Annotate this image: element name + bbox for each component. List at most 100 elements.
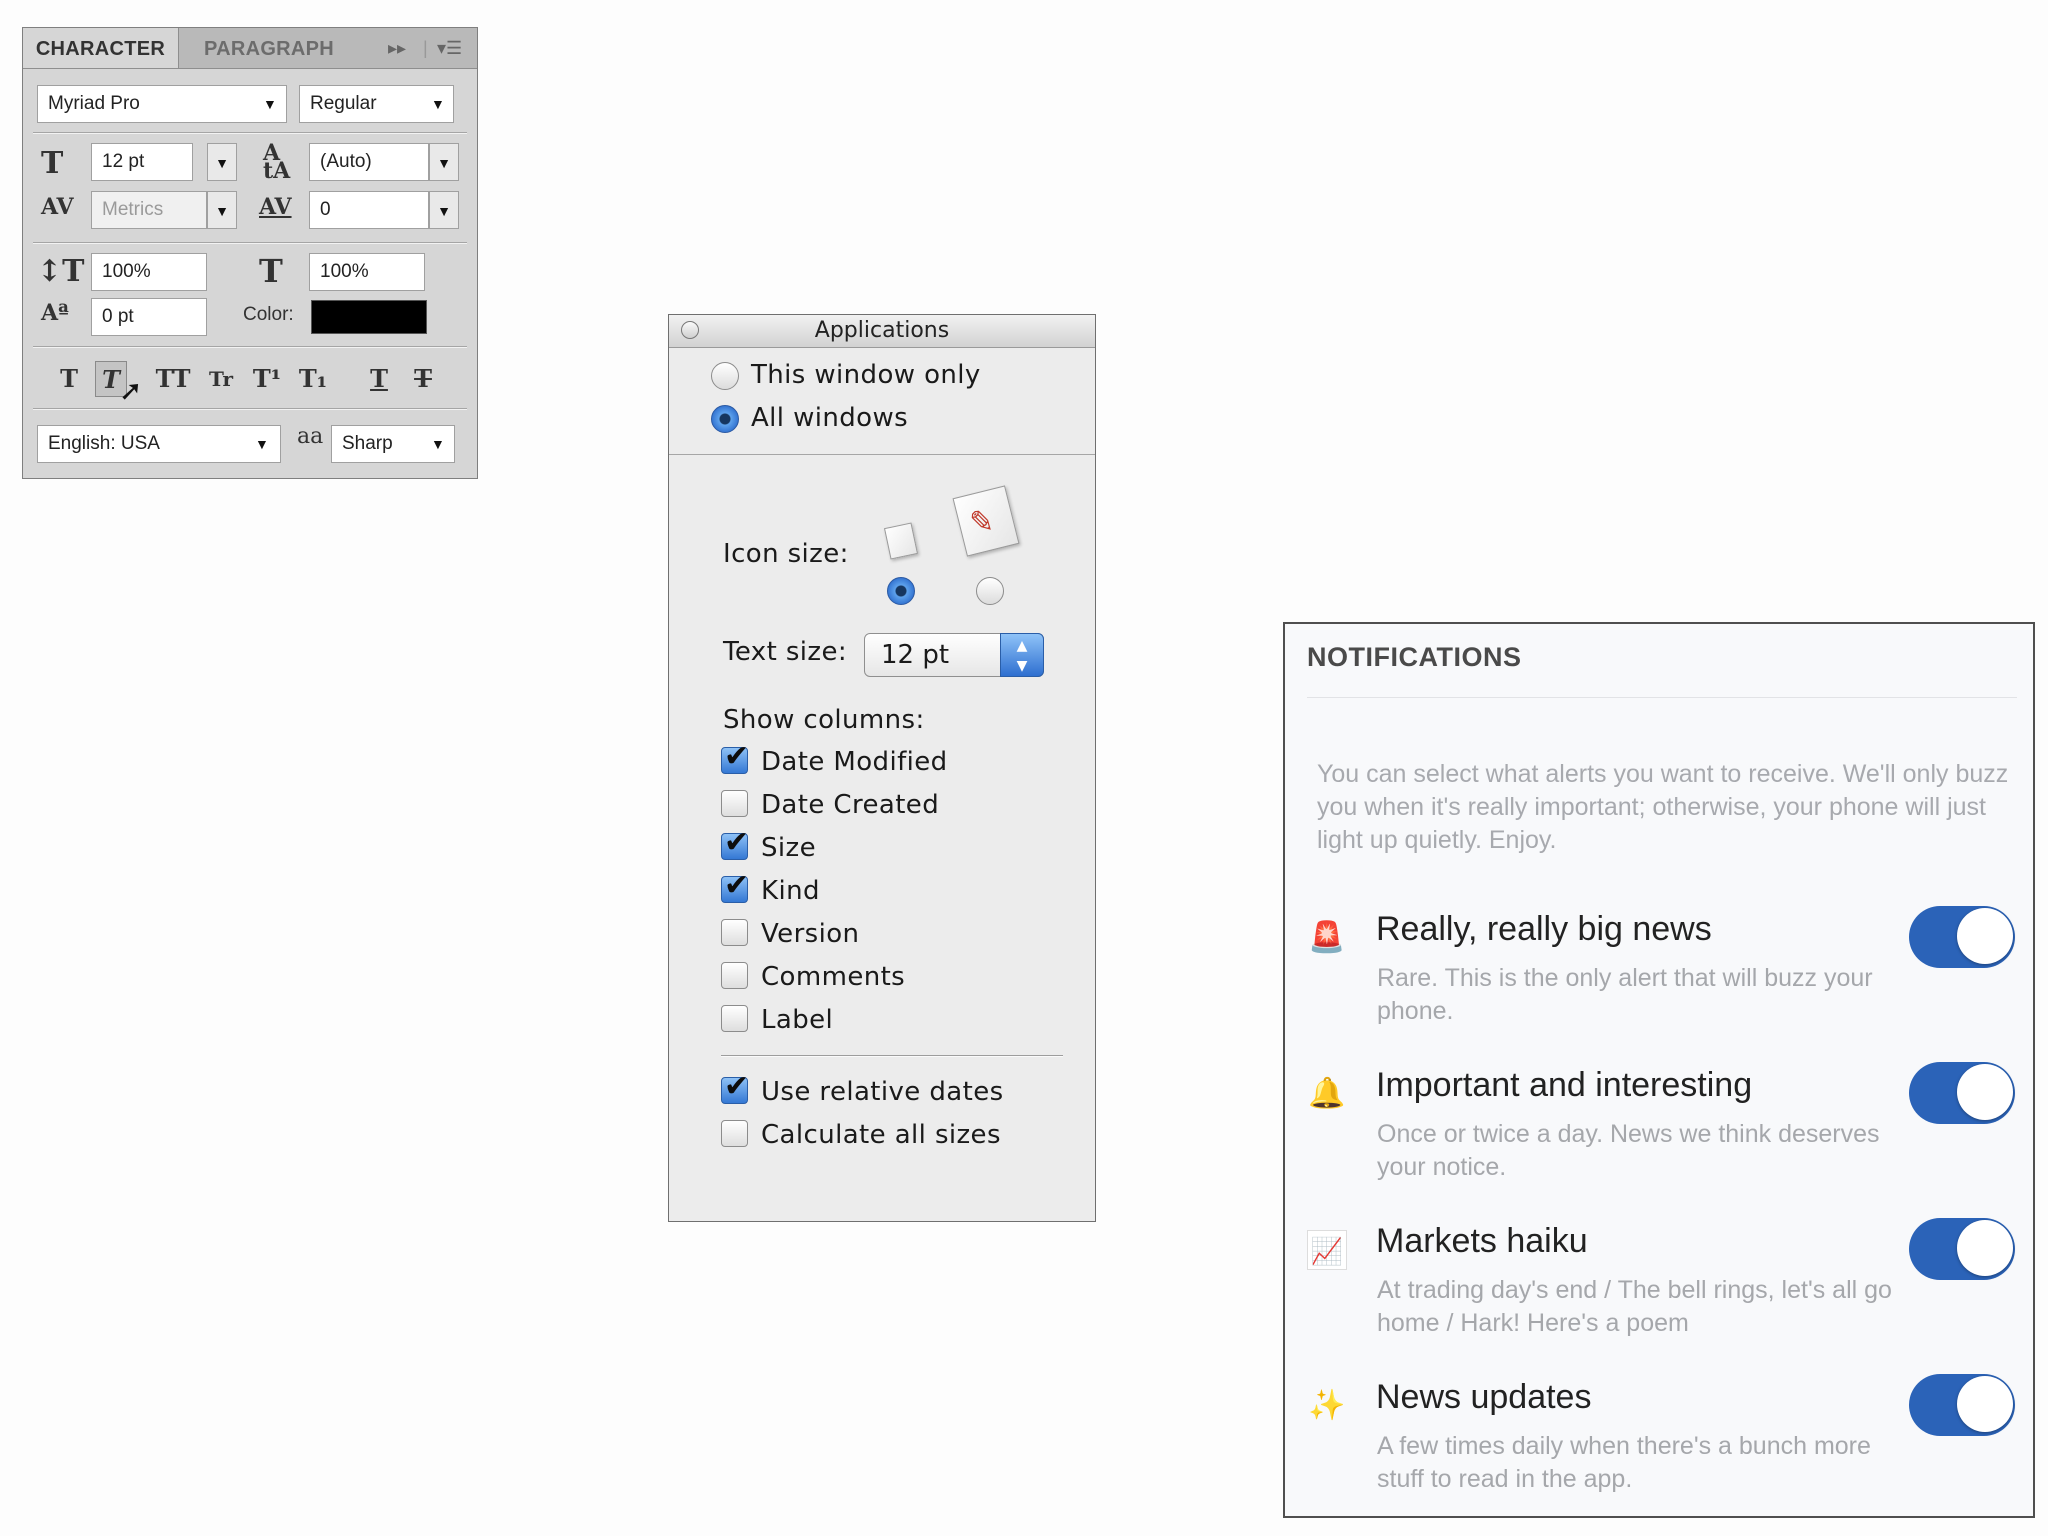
kerning-field[interactable]: Metrics bbox=[91, 191, 207, 229]
column-label-comments: Comments bbox=[761, 962, 906, 992]
language-select[interactable]: English: USA bbox=[37, 425, 281, 463]
faux-bold-button[interactable]: T bbox=[53, 361, 85, 397]
color-label: Color: bbox=[243, 304, 294, 325]
strikethrough-button[interactable]: T bbox=[407, 361, 439, 397]
tracking-field[interactable]: 0 bbox=[309, 191, 429, 229]
toggle-news-updates[interactable] bbox=[1909, 1374, 2015, 1436]
column-label-date-modified: Date Modified bbox=[761, 747, 948, 777]
baseline-shift-value: 0 pt bbox=[102, 306, 134, 327]
baseline-shift-field[interactable]: 0 pt bbox=[91, 298, 207, 336]
leading-value: (Auto) bbox=[320, 151, 372, 172]
text-size-label: Text size: bbox=[723, 637, 848, 667]
view-options-window: Applications This window only All window… bbox=[668, 314, 1096, 1222]
radio-this-window-only[interactable] bbox=[711, 362, 739, 390]
radio-icon-size-small[interactable] bbox=[887, 577, 915, 605]
tracking-value: 0 bbox=[320, 199, 331, 220]
anti-alias-value: Sharp bbox=[342, 433, 393, 454]
setting-title: Important and interesting bbox=[1376, 1066, 1753, 1104]
radio-all-windows[interactable] bbox=[711, 405, 739, 433]
toggle-important[interactable] bbox=[1909, 1062, 2015, 1124]
font-family-value: Myriad Pro bbox=[48, 93, 140, 114]
checkbox-kind[interactable] bbox=[721, 871, 749, 903]
notifications-intro: You can select what alerts you want to r… bbox=[1317, 760, 2009, 854]
toggle-markets-haiku[interactable] bbox=[1909, 1218, 2015, 1280]
all-caps-button[interactable]: TT bbox=[151, 361, 195, 397]
column-label-date-created: Date Created bbox=[761, 790, 940, 820]
icon-size-label: Icon size: bbox=[723, 539, 849, 569]
checkbox-label[interactable] bbox=[721, 1005, 748, 1032]
column-label-label: Label bbox=[761, 1005, 834, 1035]
font-size-field[interactable]: 12 pt bbox=[91, 143, 193, 181]
column-label-version: Version bbox=[761, 919, 860, 949]
toggle-big-news[interactable] bbox=[1909, 906, 2015, 968]
small-caps-button[interactable]: Tr bbox=[205, 361, 237, 397]
checkbox-date-created[interactable] bbox=[721, 790, 748, 817]
baseline-shift-icon: Aª bbox=[41, 300, 69, 326]
leading-icon: AtA bbox=[263, 140, 291, 184]
siren-icon: 🚨 bbox=[1308, 921, 1346, 954]
setting-title: News updates bbox=[1376, 1378, 1592, 1416]
small-app-icon bbox=[883, 522, 919, 560]
chevron-down-icon[interactable]: ▼ bbox=[431, 436, 445, 452]
text-size-value: 12 pt bbox=[881, 640, 950, 670]
checkbox-use-relative-dates[interactable] bbox=[721, 1072, 749, 1104]
kerning-value: Metrics bbox=[102, 199, 164, 220]
chevron-down-icon[interactable]: ▼ bbox=[255, 436, 269, 452]
leading-dropdown[interactable]: ▼ bbox=[429, 143, 459, 181]
checkbox-version[interactable] bbox=[721, 919, 748, 946]
toggle-knob bbox=[1957, 1064, 2013, 1120]
tab-paragraph[interactable]: PARAGRAPH bbox=[180, 28, 358, 68]
mouse-cursor-icon: ➚ bbox=[119, 375, 143, 406]
window-titlebar: Applications bbox=[669, 315, 1095, 348]
leading-field[interactable]: (Auto) bbox=[309, 143, 429, 181]
chevron-down-icon[interactable]: ▼ bbox=[263, 96, 277, 112]
radio-label-this-window: This window only bbox=[751, 360, 981, 390]
kerning-dropdown[interactable]: ▼ bbox=[207, 191, 237, 229]
horizontal-scale-value: 100% bbox=[320, 261, 369, 282]
superscript-button[interactable]: T¹ bbox=[251, 361, 283, 397]
sparkles-icon: ✨ bbox=[1308, 1389, 1346, 1422]
font-size-dropdown[interactable]: ▼ bbox=[207, 143, 237, 181]
tab-divider: | bbox=[423, 38, 428, 58]
text-size-popup[interactable]: 12 pt ▲ ▼ bbox=[864, 633, 1044, 677]
checkbox-calculate-all-sizes[interactable] bbox=[721, 1120, 748, 1147]
notifications-panel: NOTIFICATIONS You can select what alerts… bbox=[1283, 622, 2035, 1518]
column-label-size: Size bbox=[761, 833, 816, 863]
vertical-scale-field[interactable]: 100% bbox=[91, 253, 207, 291]
radio-label-all-windows: All windows bbox=[751, 403, 909, 433]
tab-character[interactable]: CHARACTER bbox=[23, 28, 179, 68]
horizontal-scale-field[interactable]: 100% bbox=[309, 253, 425, 291]
font-family-select[interactable]: Myriad Pro bbox=[37, 85, 287, 123]
setting-description: A few times daily when there's a bunch m… bbox=[1377, 1432, 1871, 1493]
anti-alias-icon: aa bbox=[297, 424, 324, 449]
divider bbox=[33, 346, 467, 348]
close-button[interactable] bbox=[681, 321, 699, 339]
font-size-value: 12 pt bbox=[102, 151, 145, 172]
checkbox-date-modified[interactable] bbox=[721, 742, 749, 774]
subscript-button[interactable]: T₁ bbox=[297, 361, 329, 397]
setting-title: Really, really big news bbox=[1376, 910, 1712, 948]
language-value: English: USA bbox=[48, 433, 160, 454]
tracking-icon: AV bbox=[259, 194, 292, 220]
option-label-calculate-sizes: Calculate all sizes bbox=[761, 1120, 1001, 1150]
column-label-kind: Kind bbox=[761, 876, 820, 906]
underline-button[interactable]: T bbox=[363, 361, 395, 397]
setting-title: Markets haiku bbox=[1376, 1222, 1588, 1260]
collapse-panel-icon[interactable]: ▸▸ bbox=[388, 28, 406, 68]
character-panel: CHARACTER PARAGRAPH ▸▸ | ▾☰ Myriad Pro ▼… bbox=[22, 27, 478, 479]
tracking-dropdown[interactable]: ▼ bbox=[429, 191, 459, 229]
notification-setting-big-news: 🚨 Really, really big news Rare. This is … bbox=[1285, 906, 2033, 1056]
divider bbox=[33, 132, 467, 134]
radio-icon-size-large[interactable] bbox=[976, 577, 1004, 605]
chart-icon: 📈 bbox=[1307, 1230, 1347, 1270]
divider bbox=[33, 242, 467, 244]
panel-menu-icon[interactable]: ▾☰ bbox=[437, 28, 462, 68]
checkbox-comments[interactable] bbox=[721, 962, 748, 989]
vertical-scale-value: 100% bbox=[102, 261, 151, 282]
notification-setting-important: 🔔 Important and interesting Once or twic… bbox=[1285, 1062, 2033, 1212]
checkbox-size[interactable] bbox=[721, 828, 749, 860]
updown-arrows-icon[interactable]: ▲ ▼ bbox=[1000, 633, 1044, 677]
chevron-down-icon[interactable]: ▼ bbox=[431, 96, 445, 112]
divider bbox=[1307, 697, 2017, 698]
color-swatch[interactable] bbox=[311, 300, 427, 334]
